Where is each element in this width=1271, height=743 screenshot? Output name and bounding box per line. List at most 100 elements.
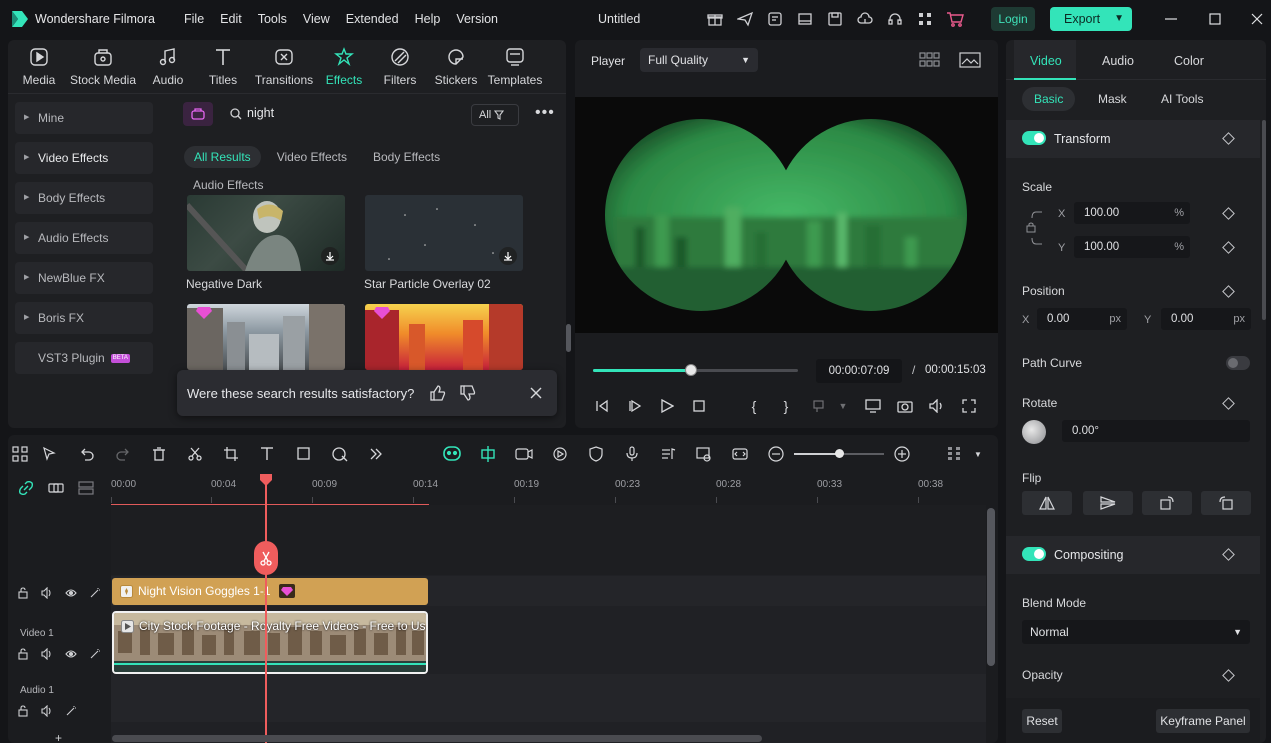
keyframe-diamond-icon[interactable]	[1222, 548, 1235, 561]
current-timecode[interactable]: 00:00:07:09	[816, 359, 902, 383]
stop-icon[interactable]	[689, 396, 709, 416]
eye-icon[interactable]	[64, 647, 77, 660]
tab-transitions[interactable]: Transitions	[254, 46, 314, 87]
timeline-vertical-scrollbar[interactable]	[987, 508, 995, 666]
snap-icon[interactable]	[478, 444, 498, 464]
ai-assistant-icon[interactable]	[442, 444, 462, 464]
redo-icon[interactable]	[113, 444, 133, 464]
login-button[interactable]: Login	[991, 7, 1035, 31]
mark-out-icon[interactable]: }	[776, 396, 796, 416]
scissors-icon[interactable]	[185, 444, 205, 464]
text-tool-icon[interactable]	[257, 444, 277, 464]
lock-icon[interactable]	[16, 704, 29, 717]
delete-icon[interactable]	[149, 444, 169, 464]
more-tools-icon[interactable]	[366, 444, 386, 464]
magic-wand-icon[interactable]	[88, 647, 101, 660]
headset-icon[interactable]	[886, 10, 904, 28]
transform-toggle[interactable]	[1022, 131, 1046, 145]
category-boris-fx[interactable]: ▶ Boris FX	[15, 302, 153, 334]
close-icon[interactable]	[1248, 10, 1266, 28]
tab-color[interactable]: Color	[1174, 54, 1204, 68]
color-match-icon[interactable]	[330, 444, 350, 464]
save-icon[interactable]	[826, 10, 844, 28]
keyframe-diamond-icon[interactable]	[1222, 285, 1235, 298]
replace-icon[interactable]	[730, 444, 750, 464]
grid-view-icon[interactable]	[919, 52, 941, 68]
subtab-ai-tools[interactable]: AI Tools	[1149, 87, 1215, 111]
rotate-clockwise-button[interactable]	[1142, 491, 1192, 515]
timeline-ruler[interactable]: 00:00 00:04 00:09 00:14 00:19 00:23 00:2…	[111, 475, 998, 506]
menu-version[interactable]: Version	[448, 12, 506, 26]
tab-video[interactable]: Video	[1030, 54, 1062, 68]
rotate-counterclockwise-button[interactable]	[1201, 491, 1251, 515]
tab-stock-media[interactable]: Stock Media	[68, 46, 138, 87]
effect-thumbnail[interactable]	[365, 304, 523, 370]
effect-thumbnail[interactable]	[365, 195, 523, 271]
eye-icon[interactable]	[64, 586, 77, 599]
auto-record-icon[interactable]	[514, 444, 534, 464]
subtab-mask[interactable]: Mask	[1086, 87, 1139, 111]
undo-icon[interactable]	[77, 444, 97, 464]
track-layout-icon[interactable]	[944, 444, 964, 464]
tab-audio[interactable]: Audio	[148, 46, 188, 87]
category-audio-effects[interactable]: ▶ Audio Effects	[15, 222, 153, 254]
path-curve-toggle[interactable]	[1226, 356, 1250, 370]
tab-stickers[interactable]: Stickers	[434, 46, 478, 87]
play-icon[interactable]	[657, 396, 677, 416]
microphone-icon[interactable]	[622, 444, 642, 464]
apps-grid-icon[interactable]	[916, 10, 934, 28]
thumbs-down-icon[interactable]	[459, 384, 477, 402]
speaker-icon[interactable]	[40, 586, 53, 599]
speaker-icon[interactable]	[40, 647, 53, 660]
keyframe-diamond-icon[interactable]	[1222, 397, 1235, 410]
tab-titles[interactable]: Titles	[206, 46, 240, 87]
zoom-out-icon[interactable]	[766, 444, 786, 464]
more-options-icon[interactable]: •••	[535, 104, 555, 122]
shape-icon[interactable]	[294, 444, 314, 464]
effect-thumbnail[interactable]	[187, 195, 345, 271]
menu-view[interactable]: View	[295, 12, 338, 26]
tab-effects[interactable]: Effects	[324, 46, 364, 87]
category-newblue-fx[interactable]: ▶ NewBlue FX	[15, 262, 153, 294]
snapshot-view-icon[interactable]	[959, 52, 981, 68]
keyframe-diamond-icon[interactable]	[1222, 669, 1235, 682]
video-clip[interactable]: City Stock Footage - Royalty Free Videos…	[112, 611, 428, 674]
rotate-dial[interactable]	[1022, 420, 1046, 444]
keyframe-diamond-icon[interactable]	[1222, 132, 1235, 145]
minimize-icon[interactable]	[1162, 10, 1180, 28]
effect-clip[interactable]: Night Vision Goggles 1-1	[112, 578, 428, 605]
chevron-down-icon[interactable]: ▼	[968, 444, 988, 464]
next-frame-icon[interactable]	[625, 396, 645, 416]
previous-frame-icon[interactable]	[592, 396, 612, 416]
mark-in-icon[interactable]: {	[744, 396, 764, 416]
zoom-slider-handle[interactable]	[835, 449, 844, 458]
zoom-in-icon[interactable]	[892, 444, 912, 464]
layout-grid-icon[interactable]	[10, 444, 30, 464]
download-icon[interactable]	[321, 247, 339, 265]
speaker-icon[interactable]	[40, 704, 53, 717]
send-icon[interactable]	[736, 10, 754, 28]
category-video-effects[interactable]: ▶ Video Effects	[15, 142, 153, 174]
filter-dropdown[interactable]: All	[471, 104, 519, 126]
menu-help[interactable]: Help	[407, 12, 449, 26]
reset-button[interactable]: Reset	[1022, 709, 1062, 733]
thumbs-up-icon[interactable]	[429, 384, 447, 402]
tab-video-effects[interactable]: Video Effects	[267, 146, 357, 168]
lock-icon[interactable]	[16, 586, 29, 599]
close-icon[interactable]	[527, 384, 545, 402]
tab-media[interactable]: Media	[18, 46, 60, 87]
flip-horizontal-button[interactable]	[1022, 491, 1072, 515]
results-scrollbar[interactable]	[566, 324, 571, 352]
layout-icon[interactable]	[796, 10, 814, 28]
menu-tools[interactable]: Tools	[250, 12, 295, 26]
cart-icon[interactable]	[946, 10, 964, 28]
lock-icon[interactable]	[16, 647, 29, 660]
fullscreen-icon[interactable]	[959, 396, 979, 416]
aspect-lock-icon[interactable]	[1024, 208, 1044, 248]
feedback-icon[interactable]	[766, 10, 784, 28]
menu-edit[interactable]: Edit	[212, 12, 250, 26]
chevron-down-icon[interactable]: ▼	[1114, 7, 1124, 31]
chevron-down-icon[interactable]: ▼	[833, 396, 853, 416]
tab-body-effects[interactable]: Body Effects	[363, 146, 450, 168]
transform-section-header[interactable]: Transform	[1006, 120, 1260, 158]
